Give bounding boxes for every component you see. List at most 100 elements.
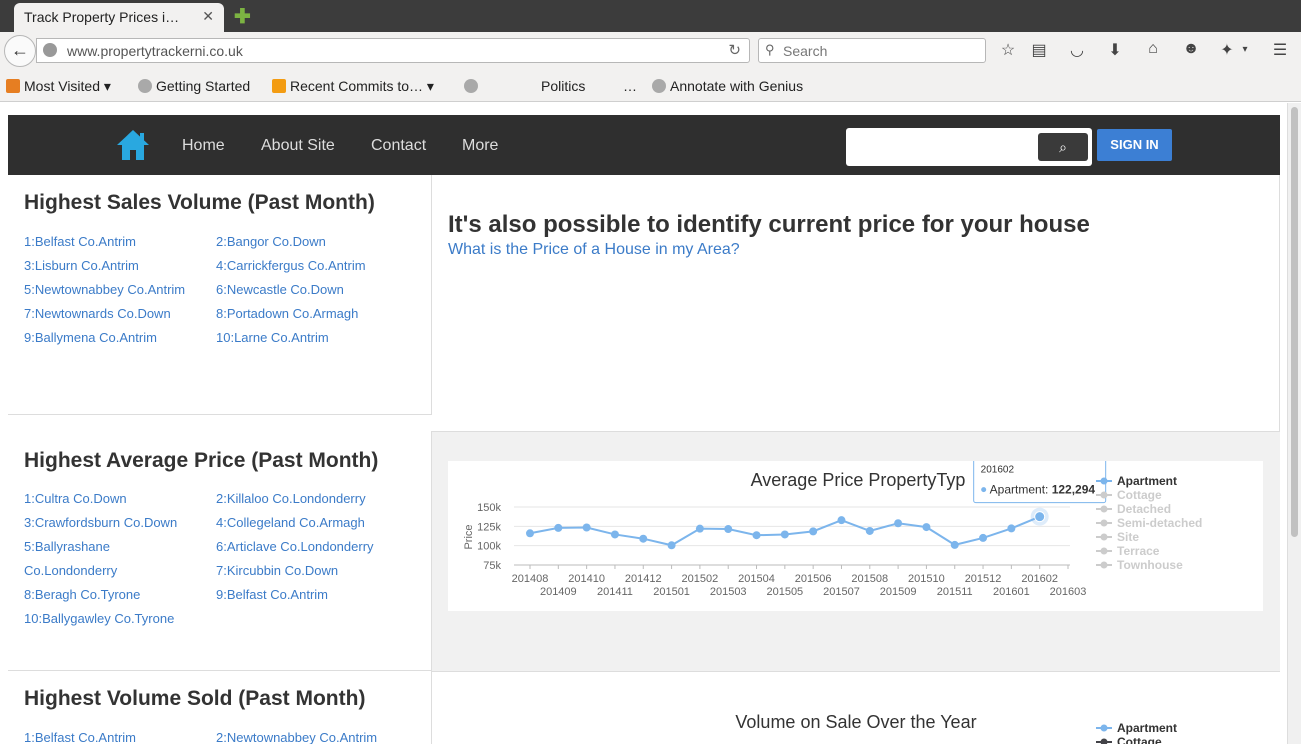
x-tick-label: 201511 <box>937 586 973 598</box>
site-search-button[interactable]: ⌕ <box>1038 133 1088 161</box>
x-tick-label: 201505 <box>766 586 803 598</box>
site-identity-icon[interactable] <box>43 43 57 57</box>
legend-item[interactable]: Townhouse <box>1117 558 1183 572</box>
globe-icon <box>138 79 152 93</box>
nav-about-site[interactable]: About Site <box>261 137 335 155</box>
browser-nav-bar: ← www.propertytrackerni.co.uk ↻ ⚲ Search… <box>0 32 1301 70</box>
bookmark-unnamed[interactable] <box>464 78 482 94</box>
location-link[interactable]: 9:Belfast Co.Antrim <box>216 587 328 602</box>
browser-search-input[interactable]: ⚲ Search <box>758 38 986 63</box>
location-link[interactable]: 7:Newtownards Co.Down <box>24 306 171 321</box>
price-promo-link[interactable]: What is the Price of a House in my Area? <box>448 241 740 259</box>
location-link[interactable]: 8:Beragh Co.Tyrone <box>24 587 140 602</box>
tooltip-period: 201602 <box>981 465 1015 476</box>
data-point <box>526 529 534 538</box>
data-point <box>809 527 818 536</box>
site-home-logo-icon[interactable] <box>116 129 150 161</box>
location-link[interactable]: 2:Newtownabbey Co.Antrim <box>216 730 377 744</box>
legend-item[interactable]: Cottage <box>1117 735 1162 744</box>
data-point <box>865 526 874 535</box>
nav-more[interactable]: More <box>462 137 498 155</box>
location-link[interactable]: 6:Newcastle Co.Down <box>216 282 344 297</box>
legend-marker <box>1100 547 1108 555</box>
volume-chart-panel: Volume on Sale Over the Year Apartment Cot… <box>432 671 1280 744</box>
bookmark-overflow[interactable]: … <box>623 78 637 94</box>
chart-card: Average Price PropertyTyp Price 150k 125k 10… <box>448 456 1263 611</box>
bookmark-star-icon[interactable]: ☆ <box>997 40 1019 60</box>
location-link[interactable]: 3:Lisburn Co.Antrim <box>24 258 139 273</box>
data-point <box>695 524 704 533</box>
location-link[interactable]: 9:Ballymena Co.Antrim <box>24 330 157 345</box>
search-icon: ⚲ <box>765 42 775 57</box>
back-button[interactable]: ← <box>4 35 36 67</box>
site-search-input[interactable]: ⌕ <box>846 128 1092 166</box>
bookmark-annotate-genius[interactable]: Annotate with Genius <box>652 78 803 94</box>
legend-marker <box>1100 533 1108 541</box>
legend-item[interactable]: Site <box>1117 530 1139 544</box>
legend-marker <box>1100 491 1108 499</box>
browser-tab[interactable]: Track Property Prices i… ✕ <box>14 3 224 32</box>
location-link[interactable]: 1:Belfast Co.Antrim <box>24 730 136 744</box>
menu-icon[interactable]: ☰ <box>1269 40 1291 60</box>
chart-title: Volume on Sale Over the Year <box>735 712 976 732</box>
extension-dropdown-icon[interactable]: ▾ <box>1234 44 1256 55</box>
legend-marker <box>1100 724 1108 732</box>
url-bar[interactable]: www.propertytrackerni.co.uk ↻ <box>36 38 750 63</box>
location-link[interactable]: 5:Newtownabbey Co.Antrim <box>24 282 185 297</box>
rss-icon <box>272 79 286 93</box>
legend-item[interactable]: Cottage <box>1117 488 1162 502</box>
legend-item[interactable]: Apartment <box>1117 721 1177 735</box>
location-link[interactable]: 10:Ballygawley Co.Tyrone <box>24 611 174 626</box>
bookmark-label: … <box>623 78 637 94</box>
pocket-icon[interactable]: ◡ <box>1066 40 1088 60</box>
bookmark-recent-commits[interactable]: Recent Commits to… ▾ <box>272 78 434 95</box>
sign-in-button[interactable]: SIGN IN <box>1097 129 1172 161</box>
data-point <box>582 523 591 532</box>
x-tick-label: 201410 <box>568 573 605 585</box>
avg-price-title: Highest Average Price (Past Month) <box>24 449 379 472</box>
location-link[interactable]: 7:Kircubbin Co.Down <box>216 563 338 578</box>
legend-item[interactable]: Terrace <box>1117 544 1160 558</box>
legend-item[interactable]: Detached <box>1117 502 1171 516</box>
volume-on-sale-chart: Volume on Sale Over the Year ApartmentCot… <box>735 712 1177 744</box>
hello-icon[interactable]: ☻ <box>1180 40 1202 58</box>
location-link[interactable]: 2:Bangor Co.Down <box>216 234 326 249</box>
reload-icon[interactable]: ↻ <box>728 41 741 59</box>
tooltip-marker <box>981 487 987 493</box>
data-point <box>1034 511 1046 523</box>
bookmark-politics[interactable]: Politics <box>541 78 585 94</box>
legend-item[interactable]: Apartment <box>1117 474 1177 488</box>
new-tab-icon[interactable]: ✚ <box>234 4 251 29</box>
close-tab-icon[interactable]: ✕ <box>202 8 214 25</box>
location-link[interactable]: 4:Carrickfergus Co.Antrim <box>216 258 366 273</box>
legend-marker <box>1100 477 1108 485</box>
price-promo-panel: It's also possible to identify current p… <box>432 175 1280 431</box>
bookmark-getting-started[interactable]: Getting Started <box>138 78 250 94</box>
location-link[interactable]: 8:Portadown Co.Armagh <box>216 306 358 321</box>
downloads-icon[interactable]: ⬇ <box>1104 40 1126 60</box>
data-point <box>724 525 733 534</box>
reading-list-icon[interactable]: ▤ <box>1028 40 1050 60</box>
location-link[interactable]: 2:Killaloo Co.Londonderry <box>216 491 366 506</box>
bookmark-most-visited[interactable]: Most Visited ▾ <box>6 78 111 95</box>
nav-home[interactable]: Home <box>182 137 225 155</box>
location-link[interactable]: 1:Cultra Co.Down <box>24 491 127 506</box>
location-link[interactable]: Co.Londonderry <box>24 563 117 578</box>
location-link[interactable]: 1:Belfast Co.Antrim <box>24 234 136 249</box>
location-link[interactable]: 3:Crawfordsburn Co.Down <box>24 515 177 530</box>
price-promo-heading: It's also possible to identify current p… <box>448 211 1090 238</box>
nav-contact[interactable]: Contact <box>371 137 426 155</box>
section-divider <box>8 414 432 415</box>
location-link[interactable]: 4:Collegeland Co.Armagh <box>216 515 365 530</box>
x-tick-label: 201508 <box>851 573 888 585</box>
location-link[interactable]: 10:Larne Co.Antrim <box>216 330 329 345</box>
legend-item[interactable]: Semi-detached <box>1117 516 1202 530</box>
y-tick-label: 100k <box>477 541 501 553</box>
home-icon[interactable]: ⌂ <box>1142 40 1164 58</box>
location-link[interactable]: 5:Ballyrashane <box>24 539 110 554</box>
url-text[interactable]: www.propertytrackerni.co.uk <box>67 43 243 59</box>
scrollbar-thumb[interactable] <box>1291 107 1298 537</box>
page-scrollbar[interactable] <box>1287 103 1301 744</box>
legend-marker <box>1100 505 1108 513</box>
location-link[interactable]: 6:Articlave Co.Londonderry <box>216 539 374 554</box>
